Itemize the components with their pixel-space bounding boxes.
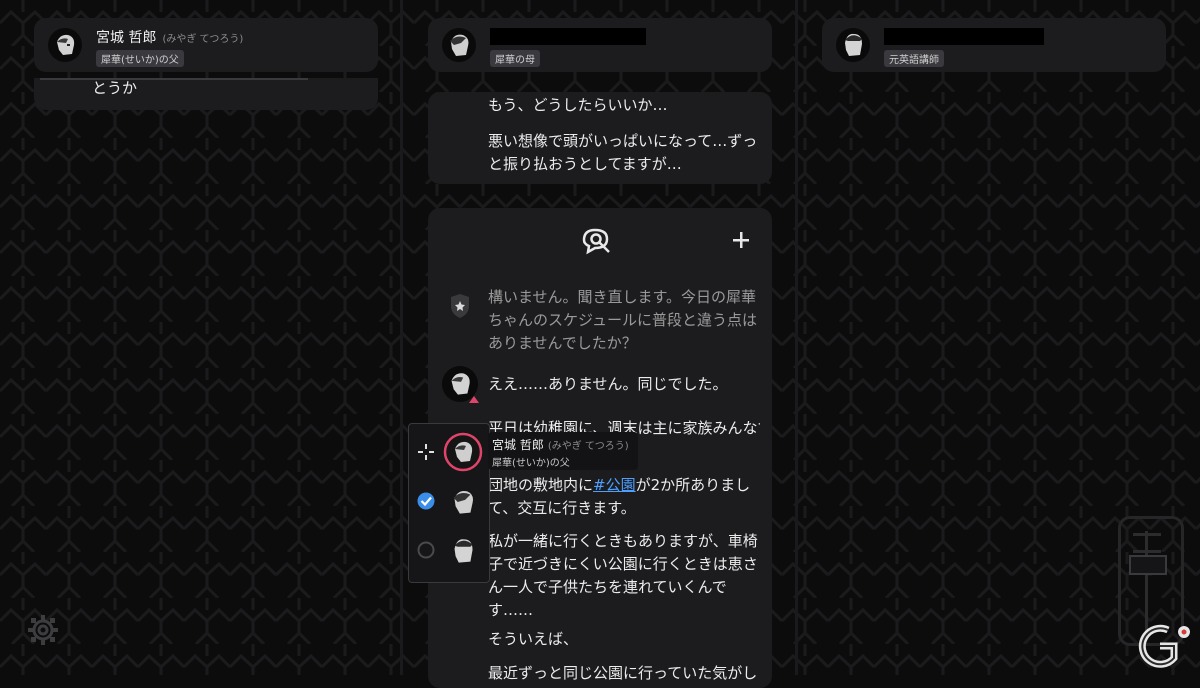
move-icon[interactable] — [417, 443, 435, 461]
character-card-father[interactable]: 宮城 哲郎 (みやぎ てつろう) 犀華(せいか)の父 — [34, 18, 378, 72]
message-text: とうか — [92, 80, 138, 96]
speaker-tooltip: 宮城 哲郎 (みやぎ てつろう) 犀華(せいか)の父 — [488, 432, 638, 470]
watermark-logo-icon — [1138, 624, 1190, 668]
father-option-portrait-icon[interactable] — [443, 432, 483, 472]
character-card-teacher[interactable]: 元英語講師 — [822, 18, 1166, 72]
settings-gear-icon[interactable] — [26, 613, 60, 647]
investigator-message: 構いません。聞き直します。今日の犀華ちゃんのスケジュールに普段と違う点はありませ… — [488, 288, 757, 352]
role-badge: 犀華(せいか)の父 — [96, 50, 184, 67]
character-card-mother[interactable]: 犀華の母 — [428, 18, 772, 72]
scroll-edge — [40, 78, 308, 80]
father-reply: ええ……ありません。同じでした。 — [488, 375, 728, 393]
teacher-option-portrait-icon[interactable] — [445, 533, 481, 569]
father-reply: 最近ずっと同じ公園に行っていた気がし — [488, 664, 758, 682]
tooltip-name: 宮城 哲郎 (みやぎ てつろう) — [492, 438, 629, 452]
checked-radio-icon[interactable] — [417, 492, 435, 510]
police-badge-icon — [451, 294, 469, 318]
father-reply: 私が一緒に行くときもありますが、車椅子で近づきにくい公園に行くときは恵さん一人で… — [488, 532, 758, 619]
tooltip-role: 犀華(せいか)の父 — [492, 458, 570, 469]
slider-handle[interactable] — [1129, 555, 1167, 575]
mother-option-portrait-icon[interactable] — [445, 484, 481, 520]
slider-ticks — [1133, 533, 1161, 553]
message-text: もう、どうしたらいいか… — [488, 96, 668, 114]
character-name: 宮城 哲郎 (みやぎ てつろう) — [96, 30, 244, 46]
column-divider — [795, 0, 798, 675]
plus-icon[interactable] — [731, 230, 751, 250]
role-badge: 元英語講師 — [884, 50, 944, 67]
father-reply: そういえば、 — [488, 630, 579, 648]
search-chat-icon[interactable] — [580, 226, 614, 256]
redacted-name — [490, 28, 646, 45]
father-reply: 団地の敷地内に#公園が2か所ありまして、交互に行きます。 — [488, 476, 751, 517]
message-text: 悪い想像で頭がいっぱいになって…ずっと振り払おうとしてますが… — [488, 132, 758, 173]
speaker-change-marker[interactable] — [469, 396, 479, 403]
speaker-select-popup — [408, 423, 490, 583]
message-card-mother: もう、どうしたらいいか… 悪い想像で頭がいっぱいになって…ずっと振り払おうとして… — [428, 92, 772, 184]
father-portrait-icon — [48, 28, 82, 62]
hashtag-park[interactable]: #公園 — [593, 476, 636, 494]
column-divider — [400, 0, 403, 675]
empty-radio-icon[interactable] — [417, 541, 435, 559]
redacted-name — [884, 28, 1044, 45]
teacher-portrait-icon — [836, 28, 870, 62]
mother-portrait-icon — [442, 28, 476, 62]
message-card-fragment: とうか — [34, 78, 378, 110]
character-reading: (みやぎ てつろう) — [162, 34, 244, 45]
role-badge: 犀華の母 — [490, 50, 540, 67]
